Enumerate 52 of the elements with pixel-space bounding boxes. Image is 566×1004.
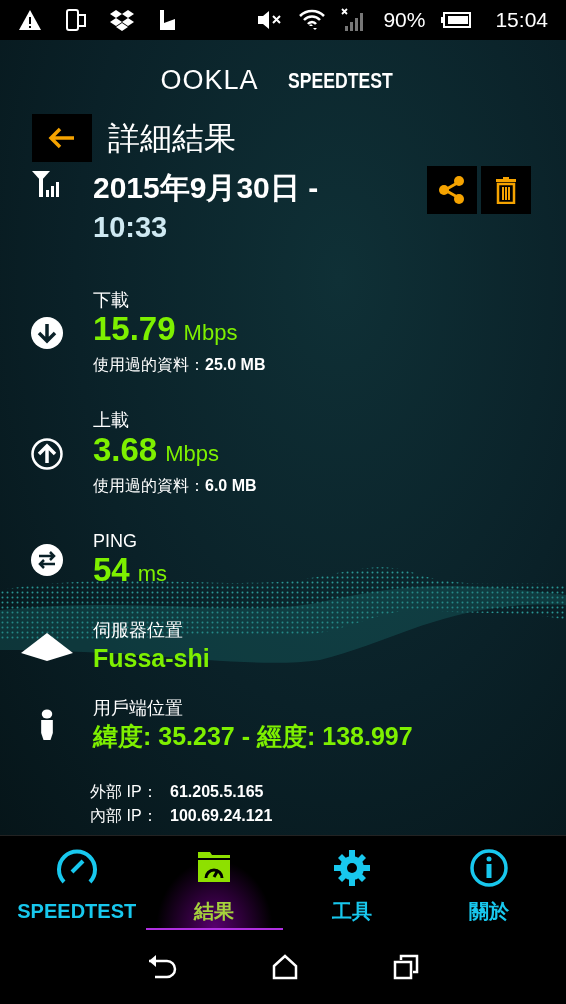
wifi-icon xyxy=(299,8,326,32)
upload-icon xyxy=(30,437,63,470)
metric-unit: Mbps xyxy=(165,439,220,468)
page-title: 詳細結果 xyxy=(108,119,236,158)
metric-value: 緯度: 35.237 - 經度: 138.997 xyxy=(93,720,413,752)
ip-label: 外部 IP： xyxy=(90,782,159,803)
recent-apps-icon[interactable] xyxy=(392,954,419,980)
metric-value: 3.68 xyxy=(93,431,158,468)
gear-icon xyxy=(331,848,372,888)
metric-value: 54 xyxy=(93,552,130,589)
mute-icon xyxy=(257,9,284,31)
home-icon[interactable] xyxy=(272,954,298,980)
metric-label: 用戶端位置 xyxy=(93,698,184,720)
info-icon xyxy=(469,848,510,888)
metric-value: 15.79 xyxy=(93,311,176,348)
metric-unit: ms xyxy=(137,560,168,589)
devices-icon xyxy=(66,9,86,31)
app-icon xyxy=(158,9,176,31)
data-used: 使用過的資料：25.0 MB xyxy=(93,355,266,376)
trash-icon xyxy=(495,176,517,204)
battery-icon xyxy=(441,12,472,28)
ping-icon xyxy=(30,544,63,577)
ip-address: 61.205.5.165 xyxy=(170,782,264,803)
warning-icon xyxy=(18,9,42,31)
back-arrow-icon xyxy=(48,127,76,149)
metric-label: 伺服器位置 xyxy=(93,620,184,642)
test-date: 2015年9月30日 - xyxy=(93,170,320,206)
box-icon xyxy=(110,9,134,31)
pyramid-icon xyxy=(20,631,73,664)
download-icon xyxy=(30,317,63,350)
product-logo: SPEEDTEST xyxy=(287,66,393,95)
brand-logo: OOKLA xyxy=(160,63,259,97)
battery-percentage: 90% xyxy=(383,7,426,34)
back-icon[interactable] xyxy=(147,954,178,980)
metric-label: PING xyxy=(93,530,138,553)
clock: 15:04 xyxy=(495,7,548,34)
metric-label: 下載 xyxy=(93,289,130,312)
metric-unit: Mbps xyxy=(183,319,238,348)
test-time: 10:33 xyxy=(93,210,169,245)
person-icon xyxy=(39,709,54,742)
share-button[interactable] xyxy=(427,166,477,214)
ip-label: 內部 IP： xyxy=(90,806,159,827)
data-used: 使用過的資料：6.0 MB xyxy=(93,475,257,496)
metric-value: Fussa-shi xyxy=(93,642,210,674)
back-button[interactable] xyxy=(32,114,92,162)
metric-label: 上載 xyxy=(93,410,130,432)
tab[interactable]: SPEEDTEST xyxy=(8,848,146,930)
tab[interactable]: 工具 xyxy=(283,848,421,930)
ip-address: 100.69.24.121 xyxy=(170,806,273,827)
tab[interactable]: 關於 xyxy=(420,848,558,930)
share-icon xyxy=(439,176,465,204)
delete-button[interactable] xyxy=(481,166,531,214)
